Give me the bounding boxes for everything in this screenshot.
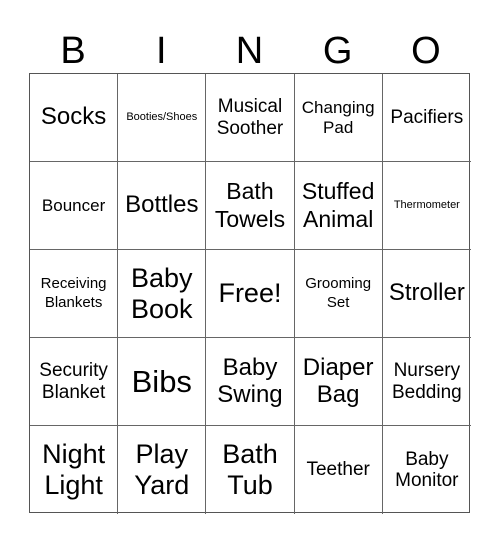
- bingo-cell[interactable]: Changing Pad: [294, 74, 383, 162]
- bingo-cell[interactable]: Diaper Bag: [294, 338, 383, 426]
- bingo-cell[interactable]: Stuffed Animal: [294, 162, 383, 250]
- bingo-cell[interactable]: Security Blanket: [30, 338, 119, 426]
- bingo-cell[interactable]: Bath Tub: [206, 426, 295, 514]
- header-letter-o: O: [411, 30, 441, 72]
- bingo-cell[interactable]: Baby Monitor: [383, 426, 471, 514]
- bingo-cell[interactable]: Stroller: [382, 250, 471, 338]
- bingo-cell[interactable]: Thermometer: [382, 162, 471, 250]
- bingo-cell[interactable]: Play Yard: [118, 426, 207, 514]
- bingo-cell[interactable]: Nursery Bedding: [382, 338, 471, 426]
- bingo-cell[interactable]: Pacifiers: [382, 74, 471, 162]
- bingo-cell[interactable]: Baby Book: [118, 250, 207, 338]
- bingo-card-grid: Socks Booties/Shoes Musical Soother Chan…: [29, 73, 471, 514]
- free-space[interactable]: Free!: [206, 250, 295, 338]
- header-letter-n: N: [235, 30, 264, 72]
- header-letter-b: B: [60, 30, 86, 72]
- bingo-cell[interactable]: Teether: [295, 426, 383, 514]
- bingo-cell[interactable]: Grooming Set: [294, 250, 383, 338]
- bingo-cell[interactable]: Socks: [30, 74, 119, 162]
- bingo-cell[interactable]: Bottles: [118, 162, 207, 250]
- bingo-cell[interactable]: Bath Towels: [206, 162, 295, 250]
- header-letter-g: G: [322, 30, 353, 72]
- header-letter-i: I: [156, 30, 167, 72]
- bingo-cell[interactable]: Booties/Shoes: [118, 74, 207, 162]
- bingo-cell[interactable]: Receiving Blankets: [30, 250, 119, 338]
- bingo-cell[interactable]: Bouncer: [30, 162, 119, 250]
- bingo-cell[interactable]: Night Light: [30, 426, 119, 514]
- bingo-header: B I N G O: [29, 30, 470, 72]
- bingo-cell[interactable]: Bibs: [118, 338, 207, 426]
- bingo-cell[interactable]: Musical Soother: [206, 74, 295, 162]
- bingo-cell[interactable]: Baby Swing: [206, 338, 295, 426]
